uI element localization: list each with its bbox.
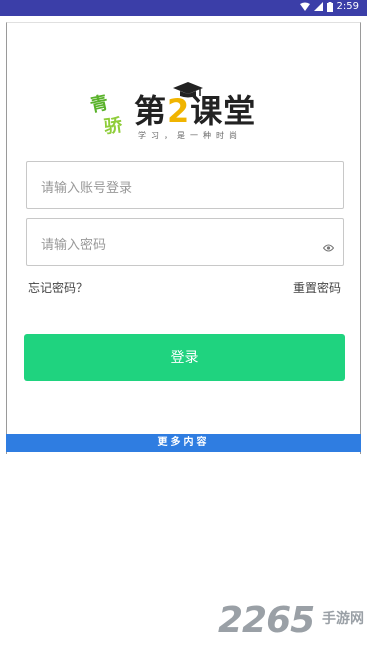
app-slogan: 学习，是一种时尚 (138, 131, 242, 140)
app-title-number: 2 (167, 92, 191, 130)
app-title-prefix: 第 (134, 92, 168, 130)
app-logo: 青 骄 第2课堂 学习，是一种时尚 (88, 82, 278, 142)
watermark-number: 2265 (218, 600, 315, 641)
login-button[interactable]: 登录 (24, 334, 345, 381)
forgot-password-link[interactable]: 忘记密码？ (28, 279, 88, 296)
site-watermark: 2265 手游网 (218, 600, 364, 641)
logo-mark: 青 骄 (88, 82, 132, 142)
wifi-icon (299, 2, 310, 11)
watermark-suffix: 手游网 (322, 611, 364, 627)
status-icons: 2:59 (299, 1, 359, 12)
password-input[interactable]: 请输入密码 (26, 218, 344, 266)
account-input-placeholder: 请输入账号登录 (41, 180, 133, 195)
account-input[interactable]: 请输入账号登录 (26, 161, 344, 209)
more-content-bar[interactable]: 更多内容 (6, 434, 361, 452)
eye-icon[interactable] (322, 237, 335, 256)
logo-mark-char-2: 骄 (102, 114, 124, 139)
reset-password-link[interactable]: 重置密码 (293, 279, 341, 296)
battery-icon (326, 1, 333, 12)
app-title-suffix: 课堂 (190, 92, 257, 130)
password-input-placeholder: 请输入密码 (41, 237, 107, 252)
signal-icon (313, 2, 323, 11)
status-bar: 2:59 (0, 0, 367, 16)
status-time: 2:59 (336, 1, 359, 12)
app-title: 第2课堂 (134, 86, 256, 132)
